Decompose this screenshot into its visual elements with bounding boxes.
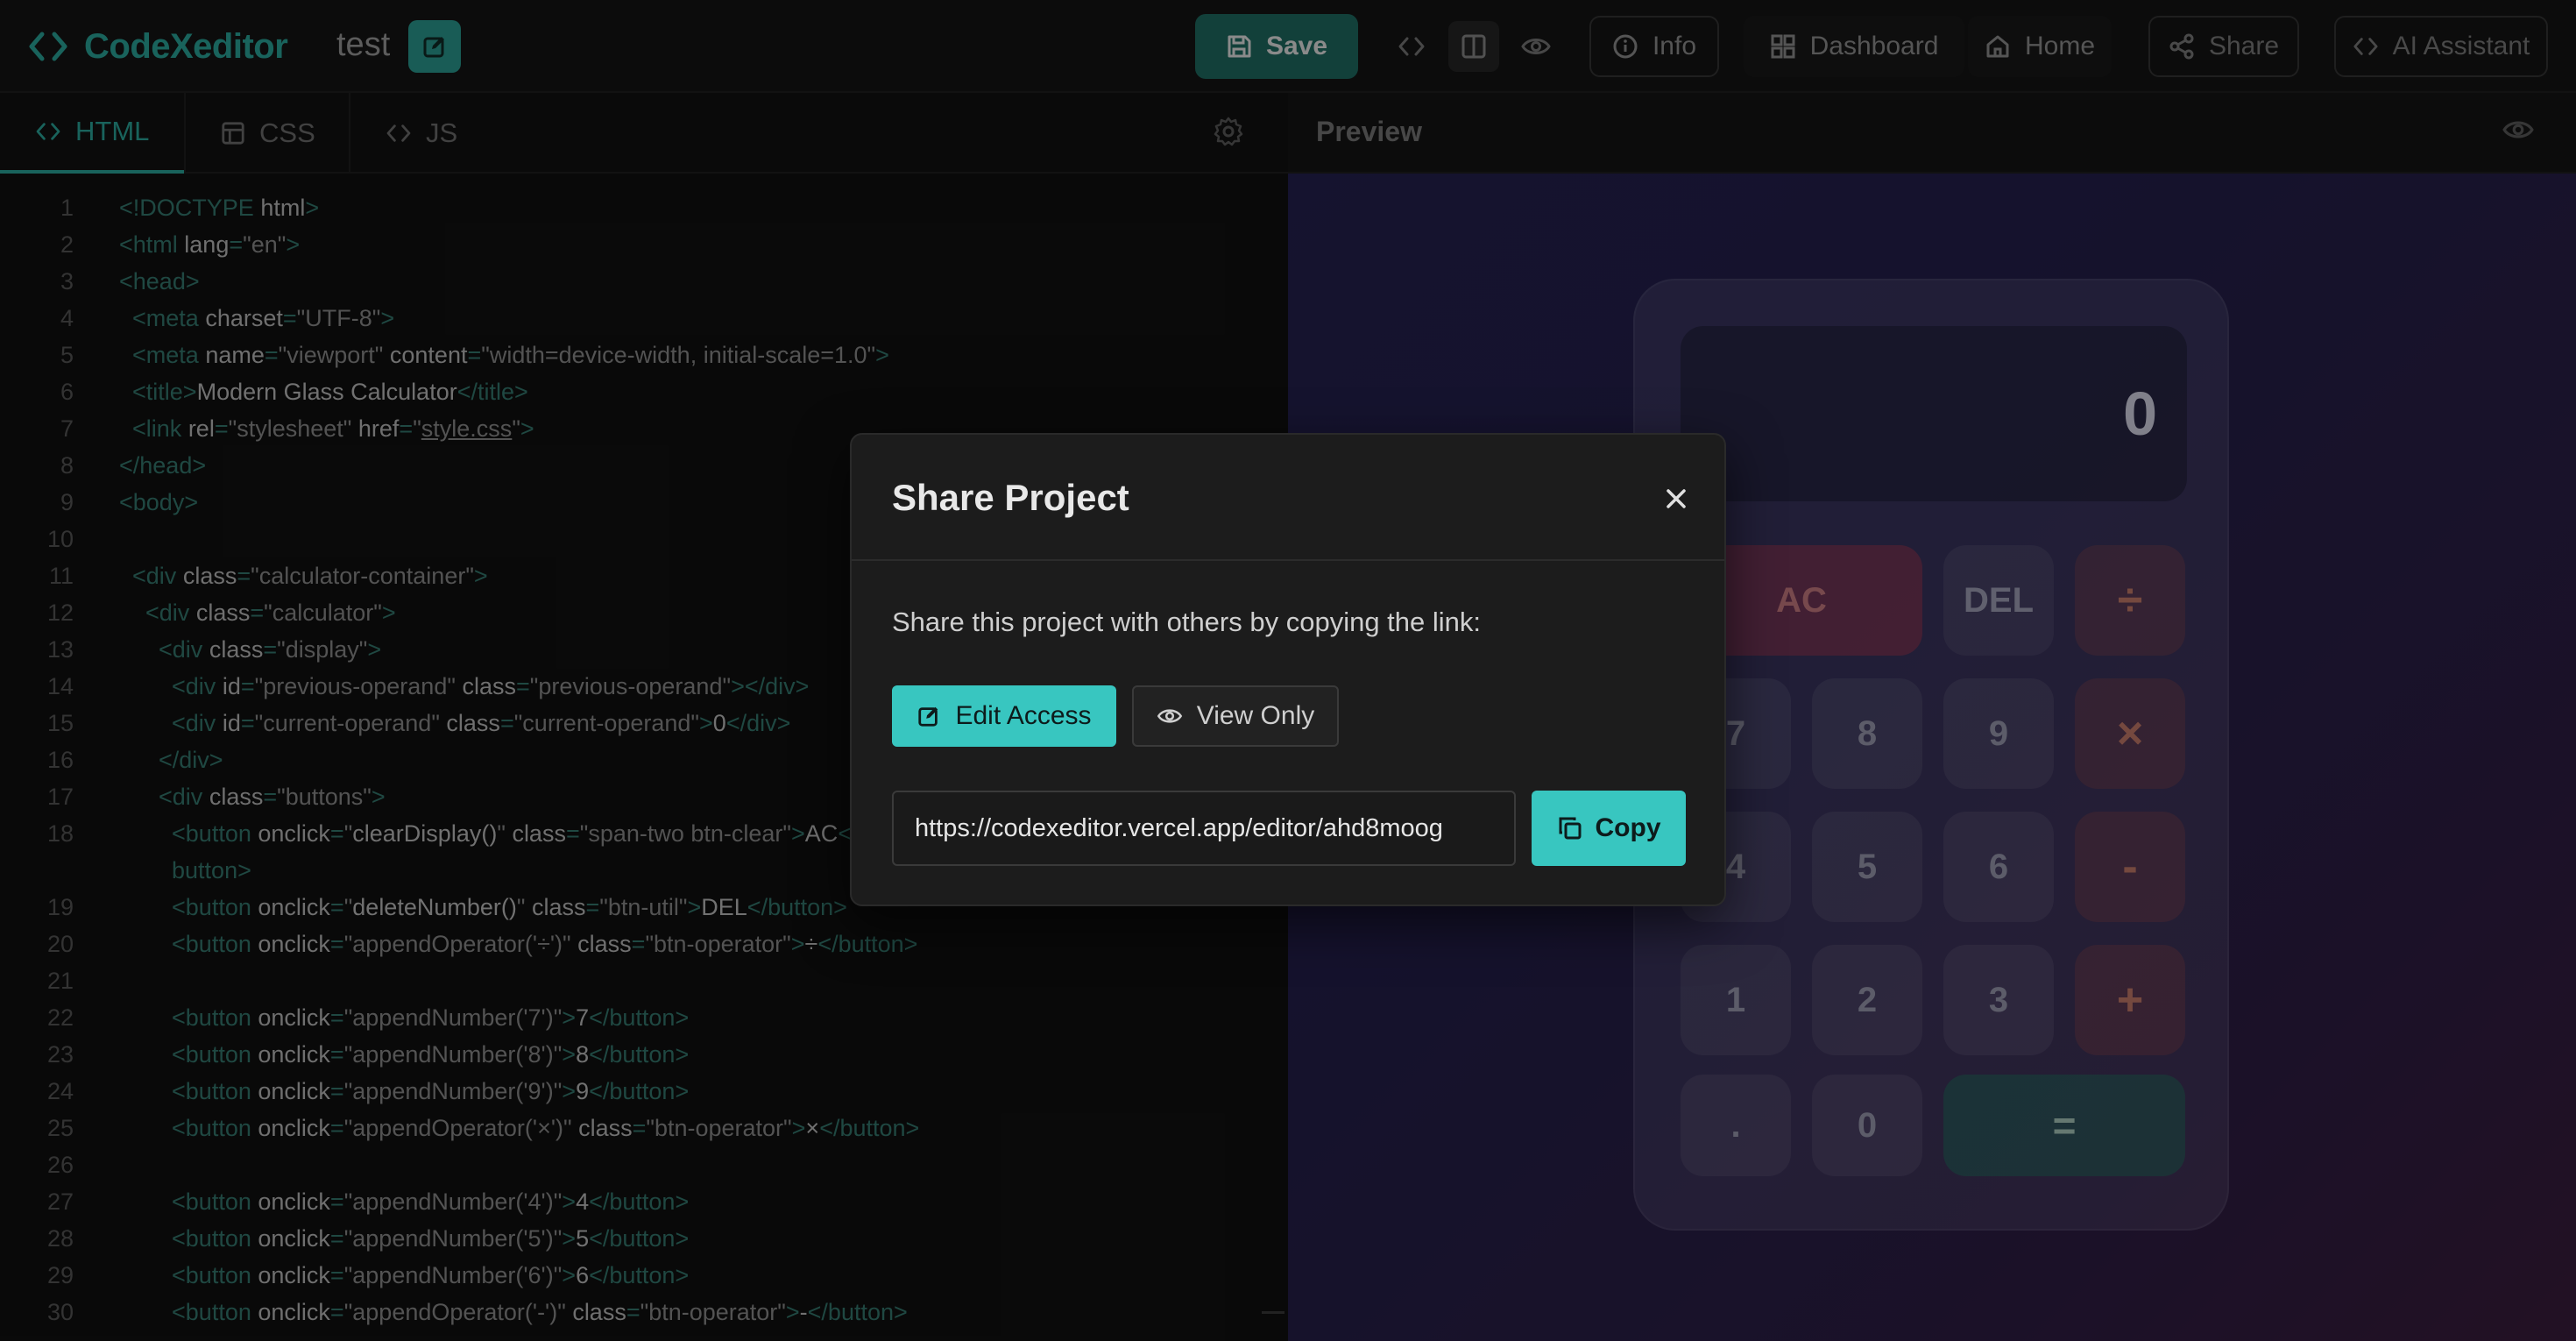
eye-icon	[1157, 706, 1183, 726]
dialog-description: Share this project with others by copyin…	[892, 607, 1482, 637]
close-dialog-button[interactable]	[1660, 482, 1693, 515]
close-icon	[1665, 487, 1688, 510]
share-project-dialog: Share Project Share this project with ot…	[850, 433, 1726, 906]
view-only-button[interactable]: View Only	[1132, 685, 1339, 747]
dialog-title: Share Project	[892, 477, 1129, 518]
copy-label: Copy	[1595, 813, 1661, 842]
view-only-label: View Only	[1196, 701, 1315, 730]
edit-access-label: Edit Access	[955, 701, 1092, 730]
copy-link-button[interactable]: Copy	[1532, 791, 1686, 866]
dialog-divider	[852, 559, 1724, 561]
edit-icon	[916, 704, 941, 728]
edit-access-button[interactable]: Edit Access	[892, 685, 1116, 747]
share-link-field[interactable]	[892, 791, 1516, 866]
copy-icon	[1557, 815, 1583, 841]
